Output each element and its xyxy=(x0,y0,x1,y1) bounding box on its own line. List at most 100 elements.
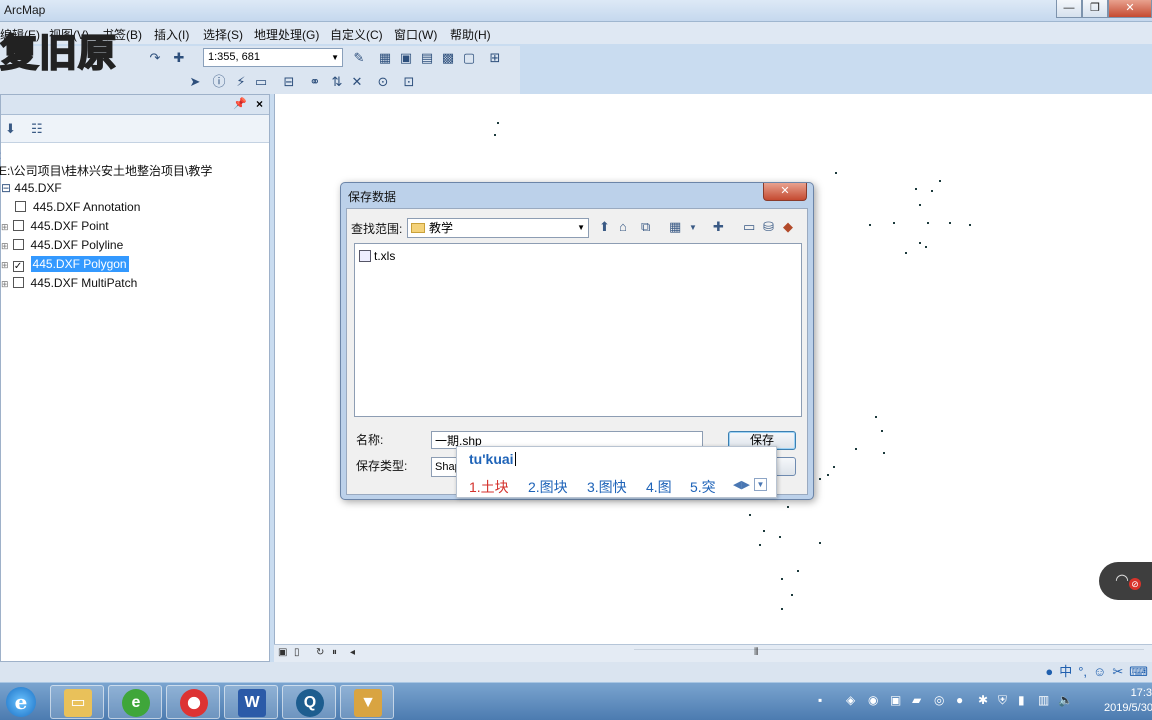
network-status-popup[interactable]: ◠ ⊘ xyxy=(1099,562,1152,600)
viewer-icon[interactable]: ⊙ xyxy=(374,73,392,91)
taskbar-chrome[interactable] xyxy=(166,685,220,719)
menu-help[interactable]: 帮助(H) xyxy=(450,26,491,43)
list-item[interactable]: t.xls xyxy=(359,249,395,263)
up-one-level-icon[interactable]: ⬆ xyxy=(599,219,610,235)
ime-chinese-toggle[interactable]: 中 xyxy=(1059,662,1072,682)
toc-layer-row[interactable]: ⊞ 445.DXF MultiPatch xyxy=(1,276,137,290)
ime-emoji-button[interactable]: ☺ xyxy=(1093,662,1106,682)
search-window-icon[interactable]: ▤ xyxy=(418,49,436,67)
scroll-grip-icon[interactable]: ⦀ xyxy=(754,647,758,658)
taskbar-arcmap[interactable]: ▼ xyxy=(340,685,394,719)
tray-app-icon[interactable]: ● xyxy=(956,693,963,707)
toolbox-icon[interactable]: ◆ xyxy=(783,219,793,235)
overview-icon[interactable]: ⊡ xyxy=(400,73,418,91)
menu-windows[interactable]: 窗口(W) xyxy=(394,26,437,43)
layer-checkbox-checked[interactable]: ✓ xyxy=(12,261,24,272)
redo-icon[interactable]: ↷ xyxy=(146,49,164,67)
map-scale-combo[interactable]: 1:355, 681 ▼ xyxy=(203,48,343,67)
hyperlink-icon[interactable]: ⊟ xyxy=(280,73,298,91)
expand-icon[interactable]: ⊞ xyxy=(1,222,9,232)
scroll-left-icon[interactable]: ◂ xyxy=(350,647,355,658)
editor-icon[interactable]: ✎ xyxy=(350,49,368,67)
security-icon[interactable]: ⛨ xyxy=(998,693,1007,708)
expand-icon[interactable]: ⊞ xyxy=(1,241,9,251)
add-data-icon[interactable]: ✚ xyxy=(170,49,188,67)
ime-page-arrows-icon[interactable]: ◀▶ xyxy=(733,478,750,491)
start-button[interactable]: e xyxy=(2,685,44,719)
measure-icon[interactable]: ▭ xyxy=(252,73,270,91)
ime-candidate[interactable]: 4.图 xyxy=(646,477,672,497)
new-folder-icon[interactable]: ✚ xyxy=(713,219,724,235)
refresh-icon[interactable]: ↻ xyxy=(316,647,324,658)
tray-app-icon[interactable]: ◉ xyxy=(868,693,878,707)
home-icon[interactable]: ⌂ xyxy=(619,219,627,234)
network-icon[interactable]: ▥ xyxy=(1038,693,1049,707)
catalog-icon[interactable]: ▣ xyxy=(397,49,415,67)
layer-checkbox[interactable] xyxy=(15,201,26,212)
close-icon[interactable]: × xyxy=(256,97,263,111)
tray-app-icon[interactable]: ◎ xyxy=(934,693,944,707)
expand-icon[interactable]: ⊞ xyxy=(1,279,9,289)
pause-icon[interactable]: ⏸ xyxy=(332,647,337,658)
html-popup-icon[interactable]: ⚡ xyxy=(232,73,250,91)
ime-candidate[interactable]: 1.土块 xyxy=(469,477,509,497)
toc-group-layer[interactable]: ⊟ 445.DXF xyxy=(1,181,62,195)
volume-icon[interactable]: 🔈 xyxy=(1058,693,1073,707)
ime-punctuation-toggle[interactable]: °, xyxy=(1078,662,1087,682)
goto-xy-icon[interactable]: ⇅ xyxy=(328,73,346,91)
minimize-button[interactable]: — xyxy=(1056,0,1082,18)
menu-edit[interactable]: 编辑(E) xyxy=(0,26,40,43)
modelbuilder-icon[interactable]: ⊞ xyxy=(486,49,504,67)
time-slider-icon[interactable]: ✕ xyxy=(348,73,366,91)
scissors-icon[interactable]: ✂ xyxy=(1112,662,1123,682)
tray-app-icon[interactable]: ▣ xyxy=(890,693,901,707)
user-icon[interactable]: ▪ xyxy=(818,693,822,707)
layer-checkbox[interactable] xyxy=(12,277,24,288)
look-in-combo[interactable]: 教学 ▼ xyxy=(407,218,589,238)
file-list[interactable]: t.xls xyxy=(354,243,802,417)
dialog-close-button[interactable]: ✕ xyxy=(763,183,807,201)
maximize-button[interactable]: ❐ xyxy=(1082,0,1108,18)
tray-app-icon[interactable]: ▮ xyxy=(1018,693,1025,707)
ime-keyboard-button[interactable]: ⌨ xyxy=(1129,662,1148,682)
expand-icon[interactable]: ⊞ xyxy=(1,260,9,270)
tray-app-icon[interactable]: ◈ xyxy=(846,693,855,707)
clock[interactable]: 17:3 2019/5/30 xyxy=(1104,686,1152,716)
connect-folder-icon[interactable]: ⧉ xyxy=(641,219,650,235)
close-button[interactable]: ✕ xyxy=(1108,0,1152,18)
list-by-drawing-order-icon[interactable]: ⬇ xyxy=(5,121,16,137)
ime-candidate[interactable]: 5.突 xyxy=(690,477,716,497)
data-view-icon[interactable]: ▣ xyxy=(278,647,287,658)
arctoolbox-icon[interactable]: ▩ xyxy=(439,49,457,67)
horizontal-scrollbar[interactable] xyxy=(634,649,1144,659)
toc-layer-row[interactable]: ⊞ 445.DXF Point xyxy=(1,219,109,233)
chevron-down-icon[interactable]: ▼ xyxy=(689,223,697,232)
menu-selection[interactable]: 选择(S) xyxy=(203,26,243,43)
layout-view-icon[interactable]: ▯ xyxy=(294,647,300,658)
menu-insert[interactable]: 插入(I) xyxy=(154,26,189,43)
menu-bookmarks[interactable]: 书签(B) xyxy=(102,26,142,43)
pin-icon[interactable]: 📌 xyxy=(233,97,247,110)
menu-view[interactable]: 视图(V) xyxy=(49,26,89,43)
list-by-source-icon[interactable]: ☷ xyxy=(31,121,43,137)
folder-icon[interactable]: ▭ xyxy=(743,219,755,235)
toc-layer-row[interactable]: ⊞ 445.DXF Polyline xyxy=(1,238,123,252)
find-icon[interactable]: ⚭ xyxy=(306,73,324,91)
menu-customize[interactable]: 自定义(C) xyxy=(330,26,383,43)
layer-checkbox[interactable] xyxy=(12,239,24,250)
identify-icon[interactable]: ⓘ xyxy=(210,73,228,91)
ime-expand-icon[interactable]: ▼ xyxy=(754,478,767,491)
taskbar-explorer[interactable]: ▭ xyxy=(50,685,104,719)
layer-checkbox[interactable] xyxy=(12,220,24,231)
database-icon[interactable]: ⛁ xyxy=(763,219,774,235)
ime-candidate[interactable]: 2.图块 xyxy=(528,477,568,497)
taskbar-browser[interactable]: e xyxy=(108,685,162,719)
ime-logo-icon[interactable]: ● xyxy=(1045,662,1053,682)
table-icon[interactable]: ▦ xyxy=(376,49,394,67)
python-icon[interactable]: ▢ xyxy=(460,49,478,67)
toc-data-frame-path[interactable]: E:\公司项目\桂林兴安土地整治项目\教学 xyxy=(0,162,212,179)
taskbar-word[interactable]: W xyxy=(224,685,278,719)
view-mode-icon[interactable]: ▦ xyxy=(669,219,681,235)
nvidia-icon[interactable]: ▰ xyxy=(912,693,921,707)
toc-layer-row[interactable]: ⊞ ✓ 445.DXF Polygon xyxy=(1,256,129,272)
